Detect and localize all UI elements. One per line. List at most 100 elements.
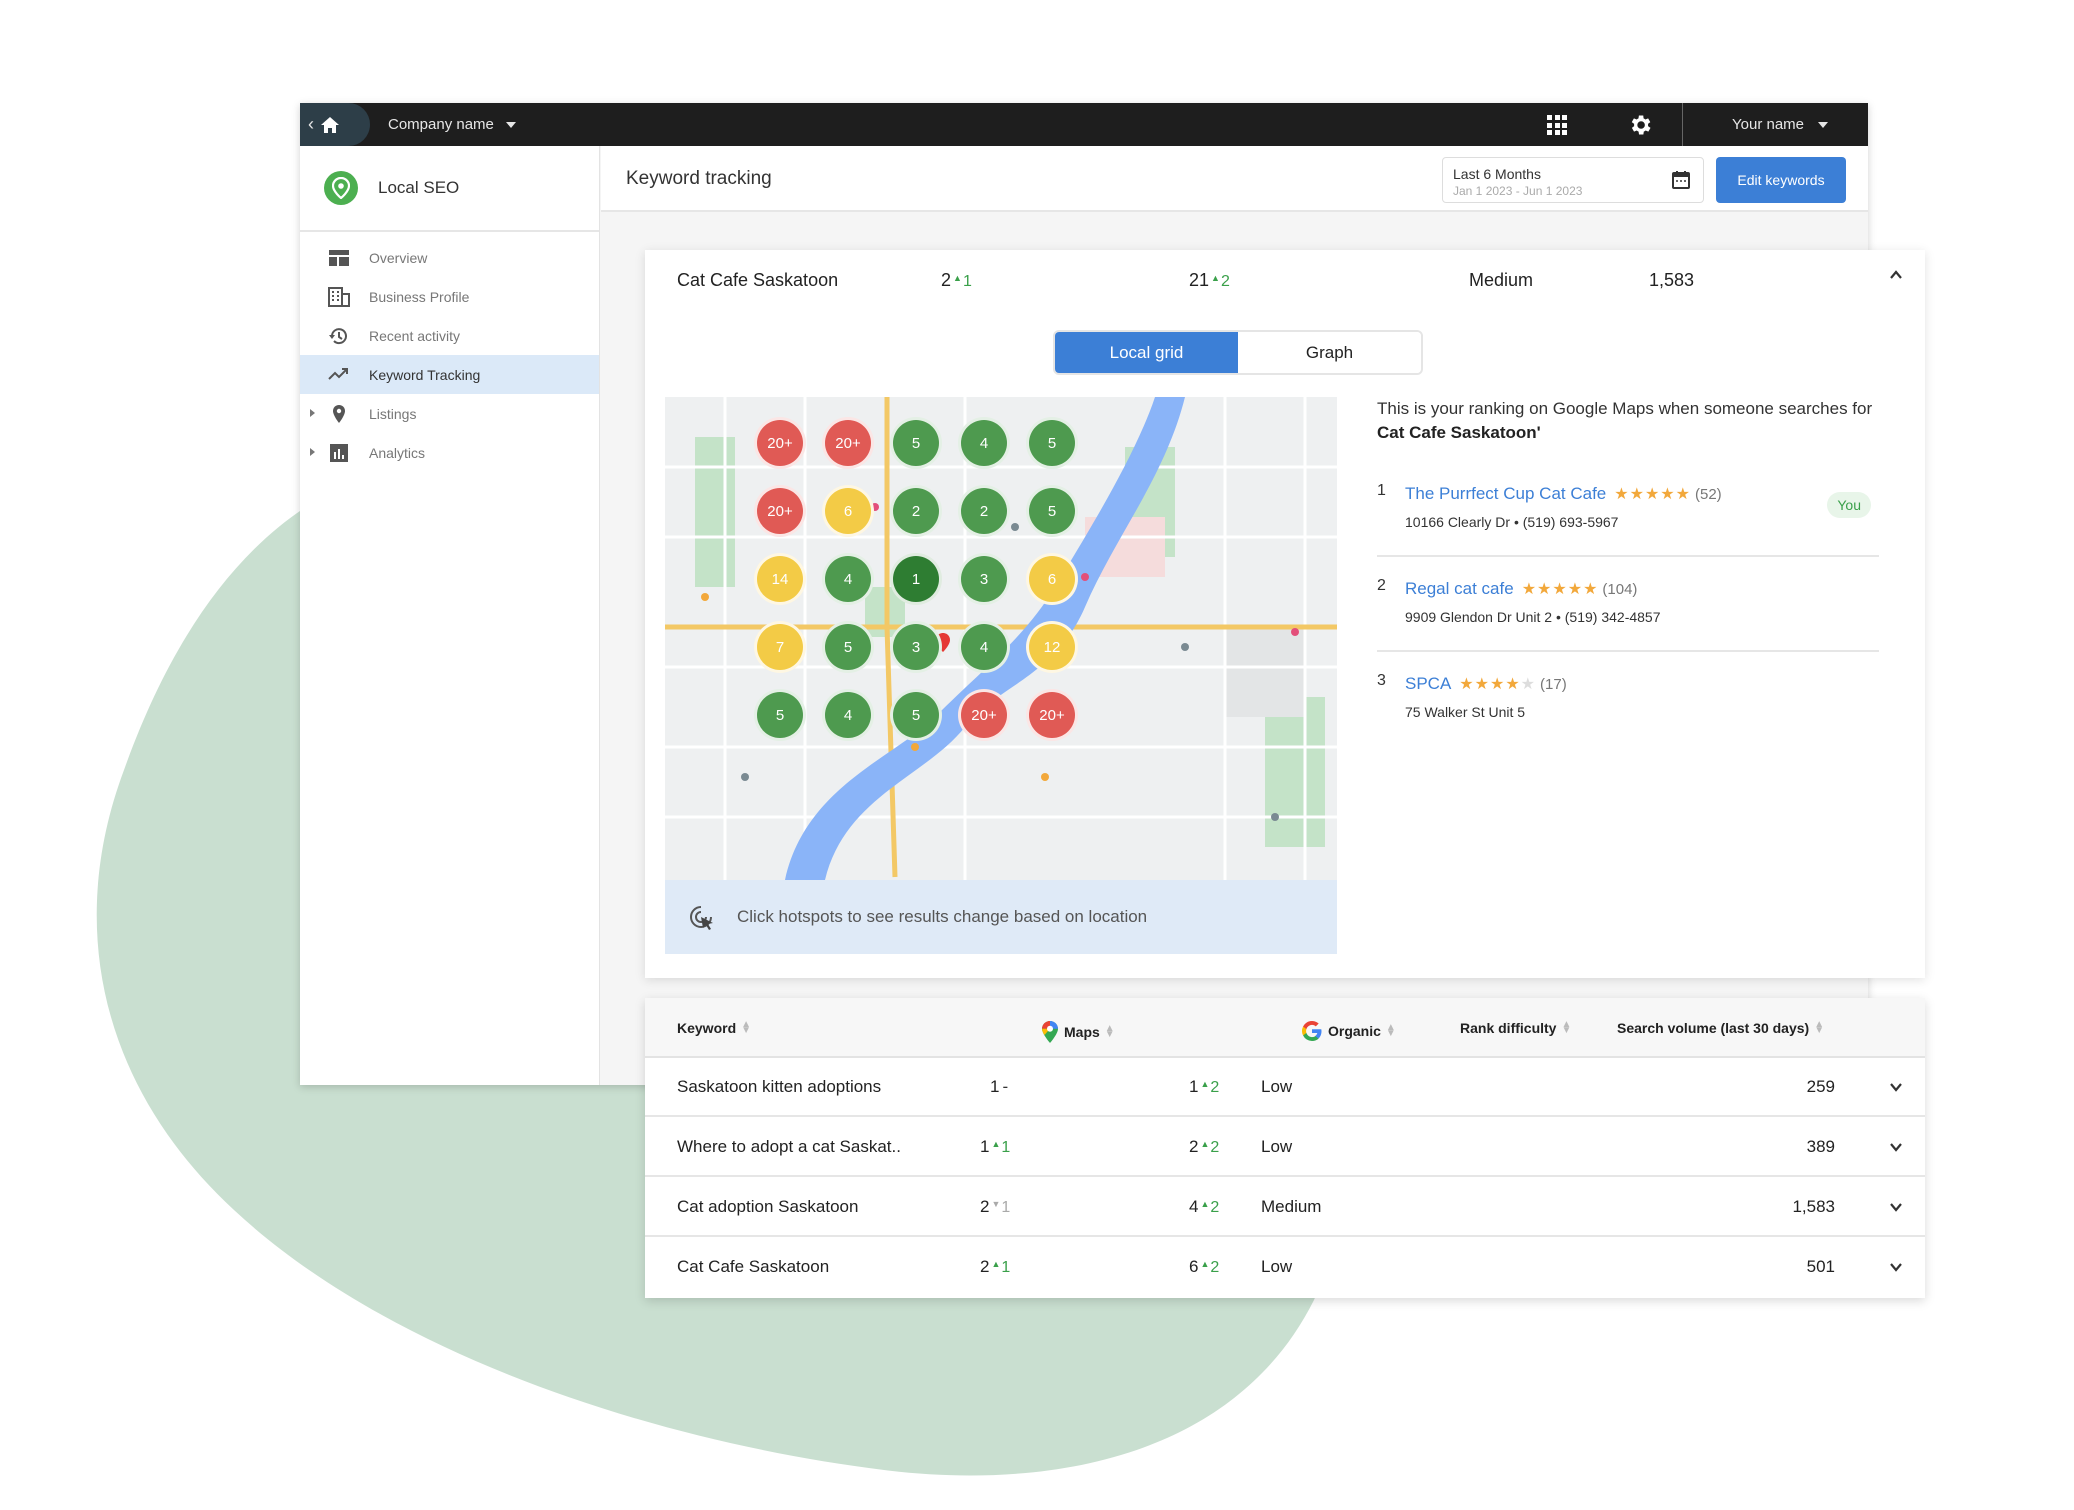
grid-hotspot[interactable]: 1: [890, 553, 942, 605]
chevron-down-icon[interactable]: [1889, 1202, 1903, 1212]
grid-hotspot[interactable]: 7: [754, 621, 806, 673]
grid-hotspot[interactable]: 5: [1026, 417, 1078, 469]
table-row[interactable]: Cat Cafe Saskatoon 2 ▲1 6 ▲2 Low 501: [645, 1238, 1925, 1297]
calendar-icon[interactable]: [1671, 170, 1691, 190]
column-header-organic[interactable]: Organic ▲ ▼: [1301, 1020, 1396, 1042]
apps-grid-icon[interactable]: [1547, 115, 1567, 135]
grid-hotspot[interactable]: 5: [754, 689, 806, 741]
grid-hotspot[interactable]: 6: [822, 485, 874, 537]
grid-hotspot[interactable]: 4: [958, 417, 1010, 469]
sidebar-item-listings[interactable]: Listings: [300, 394, 599, 433]
result-rank: 2: [1377, 577, 1386, 594]
organic-rank-cell: 1 ▲2: [1189, 1077, 1220, 1096]
table-row[interactable]: Cat adoption Saskatoon 2 ▼1 4 ▲2 Medium 1,583: [645, 1178, 1925, 1237]
grid-hotspot[interactable]: 4: [822, 553, 874, 605]
expand-arrow-icon[interactable]: [310, 409, 315, 417]
sidebar-item-overview[interactable]: Overview: [300, 238, 599, 277]
chevron-down-icon[interactable]: [1889, 1262, 1903, 1272]
table-header: Keyword ▲ ▼ Maps ▲ ▼ Organic ▲ ▼ Rank difficul…: [645, 998, 1925, 1058]
date-range-picker[interactable]: Last 6 Months Jan 1 2023 - Jun 1 2023: [1442, 157, 1704, 203]
result-rank: 1: [1377, 482, 1386, 499]
grid-hotspot[interactable]: 5: [1026, 485, 1078, 537]
grid-hotspot[interactable]: 4: [958, 621, 1010, 673]
sidebar-item-recent-activity[interactable]: Recent activity: [300, 316, 599, 355]
review-count: (17): [1540, 676, 1567, 693]
chevron-down-icon[interactable]: [1889, 1082, 1903, 1092]
ranking-description: This is your ranking on Google Maps when…: [1377, 399, 1873, 442]
gear-icon[interactable]: [1627, 112, 1653, 138]
keyword-cell: Saskatoon kitten adoptions: [677, 1077, 882, 1096]
volume-cell: 1,583: [1792, 1197, 1835, 1216]
column-header-search-volume[interactable]: Search volume (last 30 days) ▲ ▼: [1617, 1019, 1825, 1037]
difficulty-cell: Medium: [1261, 1197, 1322, 1216]
home-button[interactable]: ‹: [300, 103, 370, 146]
home-icon[interactable]: [320, 116, 340, 134]
hint-text: Click hotspots to see results change bas…: [737, 907, 1148, 926]
tab-local-grid[interactable]: Local grid: [1055, 332, 1238, 373]
back-icon[interactable]: ‹: [308, 114, 314, 135]
keyword-cell: Cat adoption Saskatoon: [677, 1197, 859, 1216]
result-item[interactable]: 2 Regal cat cafe ★★★★★ (104) 9909 Glendon Dr…: [1377, 557, 1879, 652]
sidebar-nav: Overview Business Profile Recent activit…: [300, 232, 599, 472]
grid-hotspot[interactable]: 20+: [1026, 689, 1078, 741]
grid-hotspot[interactable]: 4: [822, 689, 874, 741]
keyword-name: Cat Cafe Saskatoon: [677, 270, 839, 290]
hotspot-hint: Click hotspots to see results change bas…: [665, 880, 1337, 954]
sidebar-item-business-profile[interactable]: Business Profile: [300, 277, 599, 316]
chevron-down-icon[interactable]: [1889, 1142, 1903, 1152]
tab-graph[interactable]: Graph: [1238, 332, 1421, 373]
organic-rank-cell: 6 ▲2: [1189, 1257, 1220, 1276]
result-item[interactable]: 3 SPCA ★★★★★ (17) 75 Walker St Unit 5: [1377, 652, 1879, 747]
grid-hotspot[interactable]: 20+: [754, 485, 806, 537]
grid-hotspot[interactable]: 20+: [958, 689, 1010, 741]
expanded-keyword-row[interactable]: Cat Cafe Saskatoon 2 ▲1 21 ▲2 Medium 1,583: [645, 250, 1925, 310]
difficulty-cell: Low: [1261, 1077, 1293, 1096]
result-rank: 3: [1377, 672, 1386, 689]
grid-hotspot[interactable]: 12: [1026, 621, 1078, 673]
sidebar-item-keyword-tracking[interactable]: Keyword Tracking: [300, 355, 599, 394]
grid-hotspot[interactable]: 2: [890, 485, 942, 537]
grid-hotspot[interactable]: 2: [958, 485, 1010, 537]
page-title: Keyword tracking: [626, 168, 772, 189]
sort-icon: ▲ ▼: [1104, 1023, 1115, 1040]
difficulty-cell: Low: [1261, 1257, 1293, 1276]
sidebar-item-analytics[interactable]: Analytics: [300, 433, 599, 472]
user-name: Your name: [1732, 116, 1804, 133]
grid-hotspot[interactable]: 5: [822, 621, 874, 673]
grid-hotspot[interactable]: 14: [754, 553, 806, 605]
grid-hotspot[interactable]: 5: [890, 689, 942, 741]
user-menu[interactable]: Your name: [1732, 103, 1828, 146]
table-row[interactable]: Saskatoon kitten adoptions 1- 1 ▲2 Low 259: [645, 1058, 1925, 1117]
grid-hotspot[interactable]: 3: [890, 621, 942, 673]
sidebar-item-label: Analytics: [369, 444, 426, 461]
click-target-icon: [690, 906, 713, 930]
result-name[interactable]: The Purrfect Cup Cat Cafe ★★★★★ (52): [1405, 484, 1722, 504]
grid-hotspot[interactable]: 20+: [822, 417, 874, 469]
expand-arrow-icon[interactable]: [310, 448, 315, 456]
edit-keywords-button[interactable]: Edit keywords: [1716, 157, 1846, 203]
local-grid-map[interactable]: 20+ 20+ 5 4 5 20+ 6 2 2 5 14 4 1 3 6 7 5 3 4 12 5 4 5 20+ 20+: [665, 397, 1337, 880]
keywords-table: Keyword ▲ ▼ Maps ▲ ▼ Organic ▲ ▼ Rank difficul…: [645, 998, 1925, 1298]
column-header-maps[interactable]: Maps ▲ ▼: [1041, 1020, 1115, 1044]
star-rating: ★★★★★: [1614, 486, 1691, 503]
difficulty-cell: Low: [1261, 1137, 1293, 1156]
result-name[interactable]: SPCA ★★★★★ (17): [1405, 674, 1567, 694]
column-header-keyword[interactable]: Keyword ▲ ▼: [677, 1020, 751, 1037]
grid-hotspot[interactable]: 5: [890, 417, 942, 469]
result-name[interactable]: Regal cat cafe ★★★★★ (104): [1405, 579, 1637, 599]
history-icon: [329, 328, 347, 345]
maps-rank: 2 ▲1: [941, 270, 972, 290]
sidebar-item-label: Business Profile: [369, 288, 470, 305]
grid-hotspot[interactable]: 6: [1026, 553, 1078, 605]
column-header-rank-difficulty[interactable]: Rank difficulty ▲ ▼: [1460, 1020, 1571, 1037]
company-selector[interactable]: Company name: [388, 103, 516, 146]
result-item[interactable]: 1 The Purrfect Cup Cat Cafe ★★★★★ (52) 10166…: [1377, 462, 1879, 557]
chevron-up-icon[interactable]: [1889, 268, 1903, 282]
table-row[interactable]: Where to adopt a cat Saskat.. 1 ▲1 2 ▲2 Low 38…: [645, 1118, 1925, 1177]
sidebar-brand: Local SEO: [300, 146, 599, 232]
google-maps-icon: [1042, 1021, 1058, 1043]
volume-cell: 501: [1806, 1257, 1835, 1276]
grid-hotspot[interactable]: 20+: [754, 417, 806, 469]
grid-hotspot[interactable]: 3: [958, 553, 1010, 605]
sort-icon: ▲ ▼: [1814, 1019, 1825, 1036]
